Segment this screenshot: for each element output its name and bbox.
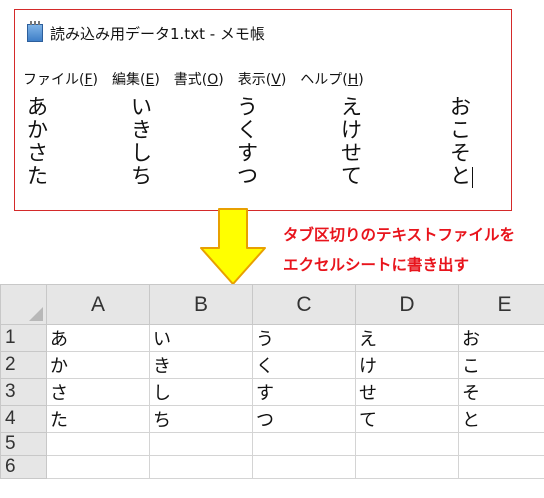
text-cell: そ — [450, 141, 471, 165]
cell[interactable] — [149, 455, 253, 479]
cell[interactable]: お — [458, 324, 544, 352]
column-header-b[interactable]: B — [149, 284, 253, 325]
cell[interactable] — [252, 455, 356, 479]
text-cell: か — [27, 118, 48, 142]
text-cell: こ — [450, 118, 471, 142]
text-line: か き く け こ — [27, 119, 497, 142]
select-all-triangle-icon — [29, 307, 43, 321]
row-header[interactable]: 5 — [0, 432, 47, 456]
cell[interactable] — [458, 432, 544, 456]
text-cell: す — [237, 141, 258, 165]
spreadsheet: A B C D E 1 あ い う え お 2 か き く け こ 3 さ し … — [0, 284, 544, 498]
menu-help[interactable]: ヘルプ(H) — [300, 69, 363, 89]
down-arrow-icon — [200, 208, 266, 285]
menu-format[interactable]: 書式(O) — [174, 69, 224, 89]
text-cell: た — [27, 164, 48, 188]
cell[interactable]: え — [355, 324, 459, 352]
sheet-row: 5 — [0, 432, 544, 456]
cell[interactable]: し — [149, 378, 253, 406]
annotation-line-2: エクセルシートに書き出す — [283, 256, 470, 274]
cell[interactable]: く — [252, 351, 356, 379]
cell[interactable]: け — [355, 351, 459, 379]
sheet-row: 4 た ち つ て と — [0, 405, 544, 433]
cell[interactable]: て — [355, 405, 459, 433]
sheet-row: 1 あ い う え お — [0, 324, 544, 352]
menu-file[interactable]: ファイル(F) — [23, 69, 98, 89]
text-line: あ い う え お — [27, 96, 497, 119]
sheet-row: 3 さ し す せ そ — [0, 378, 544, 406]
cell[interactable]: あ — [46, 324, 150, 352]
text-cell: お — [450, 95, 471, 119]
cell[interactable]: こ — [458, 351, 544, 379]
notepad-window: 読み込み用データ1.txt - メモ帳 ファイル(F) 編集(E) 書式(O) … — [14, 9, 512, 211]
cell[interactable]: か — [46, 351, 150, 379]
column-header-c[interactable]: C — [252, 284, 356, 325]
cell[interactable]: さ — [46, 378, 150, 406]
text-line: さ し す せ そ — [27, 142, 497, 165]
cell[interactable]: つ — [252, 405, 356, 433]
text-cell: し — [131, 141, 152, 165]
row-header[interactable]: 6 — [0, 455, 47, 479]
cell[interactable] — [46, 455, 150, 479]
cell[interactable]: い — [149, 324, 253, 352]
row-header[interactable]: 3 — [0, 378, 47, 406]
cell[interactable]: た — [46, 405, 150, 433]
cell[interactable] — [149, 432, 253, 456]
text-cell: ち — [131, 164, 152, 188]
text-line: た ち つ て と — [27, 165, 497, 188]
sheet-row: 6 — [0, 455, 544, 479]
cell[interactable] — [252, 432, 356, 456]
text-cell: さ — [27, 141, 48, 165]
notepad-icon — [27, 21, 43, 42]
cell[interactable]: そ — [458, 378, 544, 406]
sheet-row: 2 か き く け こ — [0, 351, 544, 379]
cell[interactable] — [355, 432, 459, 456]
text-cell: あ — [27, 95, 48, 119]
row-header[interactable]: 4 — [0, 405, 47, 433]
cell[interactable]: せ — [355, 378, 459, 406]
text-cell: け — [341, 118, 362, 142]
cell[interactable] — [355, 455, 459, 479]
text-cell: せ — [341, 141, 362, 165]
cell[interactable] — [46, 432, 150, 456]
window-title-bar: 読み込み用データ1.txt - メモ帳 — [27, 21, 265, 44]
text-cell: て — [341, 164, 362, 188]
cell[interactable]: ち — [149, 405, 253, 433]
select-all-corner[interactable] — [0, 284, 47, 325]
annotation-text: タブ区切りのテキストファイルを エクセルシートに書き出す — [283, 220, 515, 280]
text-caret — [472, 166, 473, 188]
menu-view[interactable]: 表示(V) — [238, 69, 287, 89]
cell[interactable]: き — [149, 351, 253, 379]
cell[interactable]: す — [252, 378, 356, 406]
menu-bar: ファイル(F) 編集(E) 書式(O) 表示(V) ヘルプ(H) — [23, 68, 503, 90]
annotation-line-1: タブ区切りのテキストファイルを — [283, 226, 516, 244]
row-header[interactable]: 1 — [0, 324, 47, 352]
text-cell: う — [237, 95, 258, 119]
text-cell: つ — [237, 164, 258, 188]
cell[interactable]: と — [458, 405, 544, 433]
column-header-d[interactable]: D — [355, 284, 459, 325]
window-title: 読み込み用データ1.txt - メモ帳 — [50, 24, 265, 43]
menu-edit[interactable]: 編集(E) — [112, 69, 160, 89]
column-header-a[interactable]: A — [46, 284, 150, 325]
column-header-e[interactable]: E — [458, 284, 544, 325]
text-editor[interactable]: あ い う え お か き く け こ さ し す せ そ た ち つ て と — [27, 96, 497, 188]
text-cell-with-caret: と — [450, 164, 473, 188]
text-cell: き — [131, 118, 152, 142]
text-cell: え — [341, 95, 362, 119]
text-cell: く — [237, 118, 258, 142]
cell[interactable]: う — [252, 324, 356, 352]
cell[interactable] — [458, 455, 544, 479]
text-cell: い — [131, 95, 152, 119]
row-header[interactable]: 2 — [0, 351, 47, 379]
